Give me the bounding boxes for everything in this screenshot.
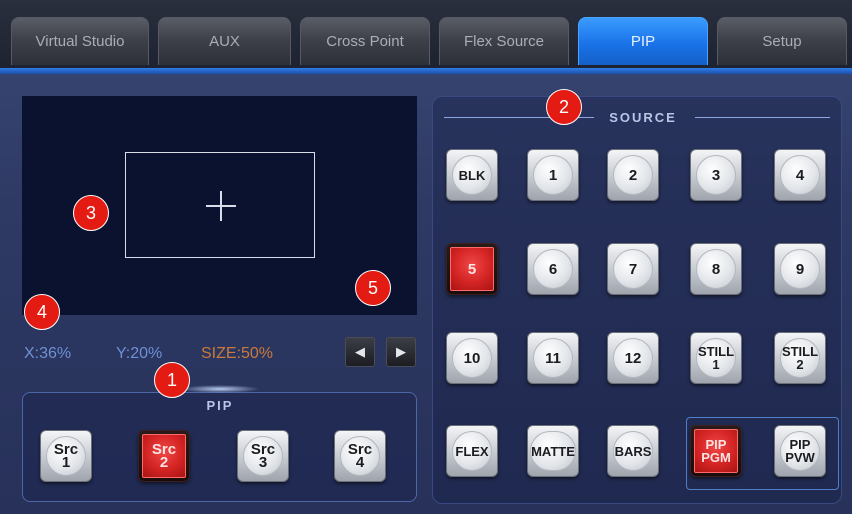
callout-5: 5 xyxy=(355,270,391,306)
pip-src-1-button[interactable]: Src 1 xyxy=(40,430,92,482)
previous-arrow-button[interactable]: ◀ xyxy=(345,337,375,367)
source-7-button[interactable]: 7 xyxy=(607,243,659,295)
source-3-button[interactable]: 3 xyxy=(690,149,742,201)
tab-aux[interactable]: AUX xyxy=(158,17,291,65)
callout-4: 4 xyxy=(24,294,60,330)
source-12-button[interactable]: 12 xyxy=(607,332,659,384)
source-8-button[interactable]: 8 xyxy=(690,243,742,295)
source-blk-button[interactable]: BLK xyxy=(446,149,498,201)
pip-src-3-button[interactable]: Src 3 xyxy=(237,430,289,482)
y-position-readout: Y:20% xyxy=(116,345,163,362)
pip-src-4-button[interactable]: Src 4 xyxy=(334,430,386,482)
source-title-line-right xyxy=(695,117,830,118)
source-2-button[interactable]: 2 xyxy=(607,149,659,201)
pip-panel-glow xyxy=(180,385,260,393)
source-still-1-button[interactable]: STILL 1 xyxy=(690,332,742,384)
tab-flex-source[interactable]: Flex Source xyxy=(439,17,569,65)
triangle-left-icon: ◀ xyxy=(355,344,365,359)
source-4-button[interactable]: 4 xyxy=(774,149,826,201)
x-position-readout: X:36% xyxy=(24,345,72,362)
source-9-button[interactable]: 9 xyxy=(774,243,826,295)
source-1-button[interactable]: 1 xyxy=(527,149,579,201)
pip-src-2-button[interactable]: Src 2 xyxy=(138,430,190,482)
tab-cross-point[interactable]: Cross Point xyxy=(300,17,430,65)
source-panel-title: SOURCE xyxy=(609,110,677,125)
callout-3: 3 xyxy=(73,195,109,231)
callout-1: 1 xyxy=(154,362,190,398)
source-10-button[interactable]: 10 xyxy=(446,332,498,384)
source-still-2-button[interactable]: STILL 2 xyxy=(774,332,826,384)
source-11-button[interactable]: 11 xyxy=(527,332,579,384)
tab-pip[interactable]: PIP xyxy=(578,17,708,65)
crosshair-icon xyxy=(206,191,236,221)
source-5-button[interactable]: 5 xyxy=(446,243,498,295)
next-arrow-button[interactable]: ▶ xyxy=(386,337,416,367)
callout-2: 2 xyxy=(546,89,582,125)
source-matte-button[interactable]: MATTE xyxy=(527,425,579,477)
source-pip-pvw-button[interactable]: PIP PVW xyxy=(774,425,826,477)
pip-window-outline[interactable] xyxy=(125,152,315,258)
tab-virtual-studio[interactable]: Virtual Studio xyxy=(11,17,149,65)
tab-underline xyxy=(0,68,852,74)
source-bars-button[interactable]: BARS xyxy=(607,425,659,477)
pip-panel-title: PIP xyxy=(206,398,234,413)
source-6-button[interactable]: 6 xyxy=(527,243,579,295)
triangle-right-icon: ▶ xyxy=(396,344,406,359)
source-flex-button[interactable]: FLEX xyxy=(446,425,498,477)
size-readout: SIZE:50% xyxy=(201,345,274,362)
tab-setup[interactable]: Setup xyxy=(717,17,847,65)
source-pip-pgm-button[interactable]: PIP PGM xyxy=(690,425,742,477)
